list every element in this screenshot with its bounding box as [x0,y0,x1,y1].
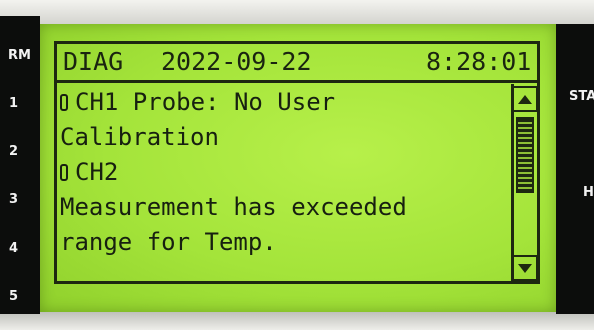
key-label-2[interactable]: 2 [9,145,18,158]
message-line-4: Measurement has exceeded [60,192,407,222]
key-label-h[interactable]: H [583,186,594,199]
channel-bullet-icon [60,164,68,181]
date-readout: 2022-09-22 [161,41,312,83]
mode-label: DIAG [63,41,123,83]
message-line-3: CH2 [60,157,118,187]
message-text-1: CH1 Probe: No User [75,88,335,116]
scrollbar-thumb[interactable] [516,117,534,193]
device-bezel-top [0,0,594,24]
key-label-rm: RM [8,49,31,62]
key-label-3[interactable]: 3 [9,193,18,206]
key-label-5[interactable]: 5 [9,290,18,303]
message-text-3: CH2 [75,158,118,186]
triangle-up-icon [518,95,532,104]
message-line-5: range for Temp. [60,227,277,257]
scroll-up-button[interactable] [512,86,538,112]
key-label-4[interactable]: 4 [9,242,18,255]
device-bezel-bottom [0,312,594,330]
time-readout: 8:28:01 [426,41,531,83]
channel-bullet-icon [60,94,68,111]
scroll-down-button[interactable] [512,255,538,281]
key-label-sta[interactable]: STA [569,90,594,103]
key-label-1[interactable]: 1 [9,97,18,110]
right-key-panel [556,24,594,314]
message-line-1: CH1 Probe: No User [60,87,335,117]
header-divider [54,80,540,83]
message-line-2: Calibration [60,122,219,152]
triangle-down-icon [518,264,532,273]
status-header: DIAG 2022-09-22 8:28:01 [54,41,540,83]
